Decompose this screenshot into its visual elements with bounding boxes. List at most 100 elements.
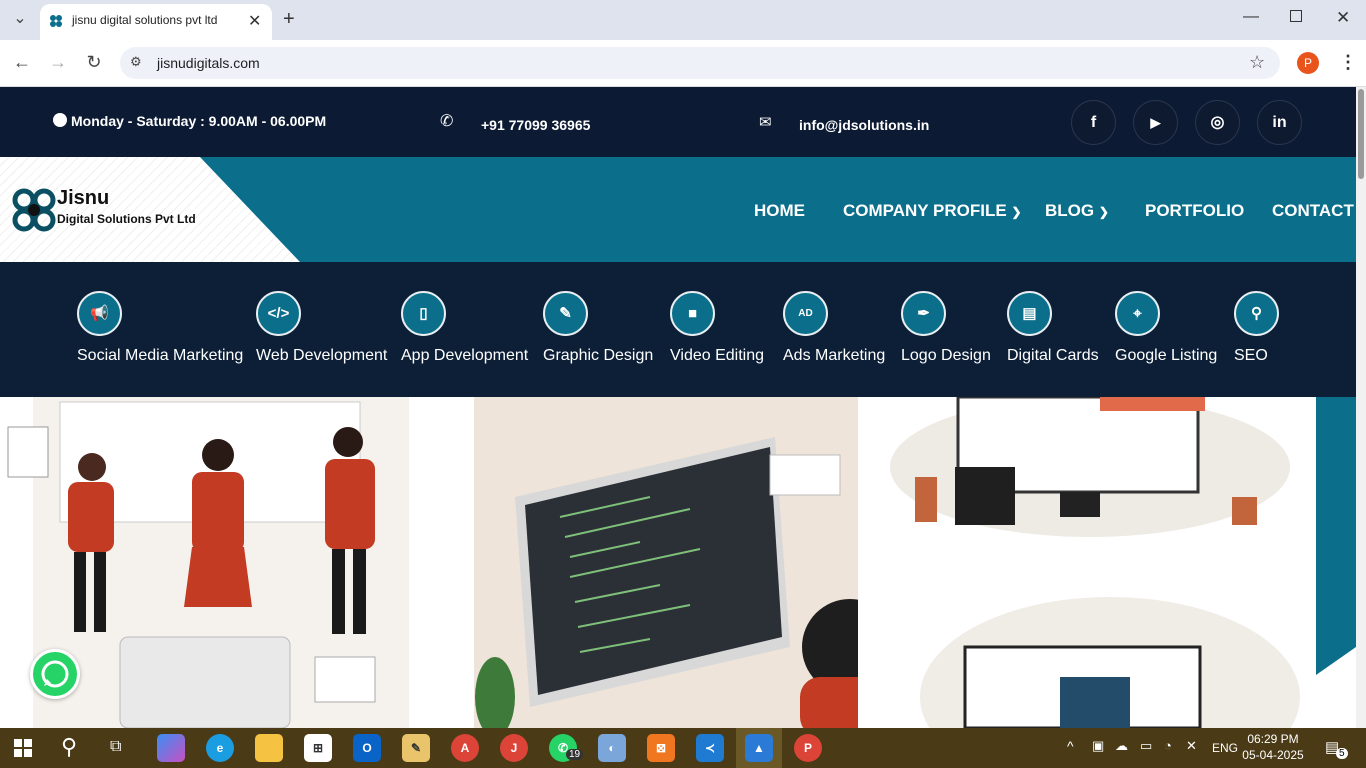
service-label: Social Media Marketing xyxy=(77,347,244,364)
url-text[interactable]: jisnudigitals.com xyxy=(157,55,260,71)
site-settings-icon[interactable]: ⚙ xyxy=(130,54,142,70)
top-info-bar: Monday - Saturday : 9.00AM - 06.00PM ✆ +… xyxy=(0,87,1356,157)
photos-icon[interactable]: ▲ xyxy=(745,734,773,762)
search-icon[interactable]: ⚲ xyxy=(61,734,77,760)
service-label: Web Development xyxy=(256,347,388,364)
restore-icon[interactable] xyxy=(1290,10,1302,22)
xampp-icon[interactable]: ⊠ xyxy=(647,734,675,762)
code-icon: </> xyxy=(256,291,301,336)
close-tab-icon[interactable]: ✕ xyxy=(248,11,261,31)
service-label: Video Editing xyxy=(670,347,764,364)
browser-tab[interactable]: jisnu digital solutions pvt ltd ✕ xyxy=(40,4,272,40)
nav-blog-label: BLOG xyxy=(1045,201,1095,220)
mobile-icon: ▯ xyxy=(401,291,446,336)
address-bar[interactable]: ⚙ jisnudigitals.com ☆ xyxy=(120,47,1280,79)
clock-icon xyxy=(53,113,67,127)
phone-number[interactable]: +91 77099 36965 xyxy=(481,117,590,133)
clock-time: 06:29 PM xyxy=(1247,732,1299,746)
service-label: Logo Design xyxy=(901,347,991,364)
nav-company-profile-label: COMPANY PROFILE xyxy=(843,201,1007,220)
whatsapp-chat-button[interactable] xyxy=(30,649,80,699)
ad-icon: AD xyxy=(783,291,828,336)
youtube-icon[interactable]: ▶ xyxy=(1133,100,1178,145)
logo-mark-icon xyxy=(12,188,56,232)
site-favicon-icon xyxy=(50,15,62,27)
clock-date: 05-04-2025 xyxy=(1242,748,1304,762)
video-icon: ■ xyxy=(670,291,715,336)
page-scrollbar[interactable] xyxy=(1356,87,1366,728)
facebook-icon[interactable]: f xyxy=(1071,100,1116,145)
logo-area[interactable]: Jisnu Digital Solutions Pvt Ltd xyxy=(0,157,300,262)
tab-list-chevron-icon[interactable]: ⌄ xyxy=(8,9,32,33)
reload-icon[interactable]: ↻ xyxy=(82,52,106,76)
edge-icon[interactable]: e xyxy=(206,734,234,762)
chrome-profile-j-icon[interactable]: J xyxy=(500,734,528,762)
envelope-icon: ✉ xyxy=(759,114,772,131)
service-label: Graphic Design xyxy=(543,347,654,364)
tray-chevron-icon[interactable]: ^ xyxy=(1067,738,1074,754)
brush-icon: ✎ xyxy=(543,291,588,336)
browser-tab-bar: ⌄ jisnu digital solutions pvt ltd ✕ + — … xyxy=(0,0,1366,40)
services-bar: 📢 Social Media Marketing </> Web Develop… xyxy=(0,262,1356,397)
menu-dots-icon[interactable]: ⋮ xyxy=(1339,52,1357,73)
close-window-icon[interactable]: ✕ xyxy=(1336,8,1350,28)
new-tab-icon[interactable]: + xyxy=(283,8,295,31)
minimize-icon[interactable]: — xyxy=(1243,8,1259,26)
logo-name: Jisnu xyxy=(57,187,110,209)
file-explorer-icon[interactable] xyxy=(255,734,283,762)
nav-home[interactable]: HOME xyxy=(754,201,805,221)
linkedin-icon[interactable]: in xyxy=(1257,100,1302,145)
paint-palette-icon[interactable]: ◐ xyxy=(598,734,626,762)
bookmark-star-icon[interactable]: ☆ xyxy=(1249,52,1265,73)
whatsapp-icon xyxy=(41,660,69,688)
language-indicator[interactable]: ENG xyxy=(1212,741,1238,755)
notification-badge: 5 xyxy=(1336,748,1348,759)
system-clock[interactable]: 06:29 PM 05-04-2025 xyxy=(1238,731,1308,763)
windows-taskbar: ⚲ ⧉ e ⊞ O ✎ A J ✆ 19 ◐ ⊠ ≺ ▲ P ^ ▣ ☁ ▭ ◔… xyxy=(0,728,1366,768)
vscode-icon[interactable]: ≺ xyxy=(696,734,724,762)
back-icon[interactable]: ← xyxy=(10,52,34,76)
site-header: Jisnu Digital Solutions Pvt Ltd HOME COM… xyxy=(0,157,1356,262)
forward-icon[interactable]: → xyxy=(46,52,70,76)
windows-start-icon[interactable] xyxy=(14,739,32,757)
chrome-profile-a-icon[interactable]: A xyxy=(451,734,479,762)
profile-avatar[interactable]: P xyxy=(1297,52,1319,74)
wifi-icon[interactable]: ◔ xyxy=(1164,738,1172,753)
map-icon: ⌖ xyxy=(1115,291,1160,336)
business-hours: Monday - Saturday : 9.00AM - 06.00PM xyxy=(71,113,327,129)
nav-portfolio[interactable]: PORTFOLIO xyxy=(1145,201,1244,221)
nav-contact[interactable]: CONTACT xyxy=(1272,201,1354,221)
paint-icon[interactable]: ✎ xyxy=(402,734,430,762)
meet-icon[interactable]: ▣ xyxy=(1092,738,1104,754)
nav-company-profile[interactable]: COMPANY PROFILE ❯ xyxy=(843,201,1022,221)
battery-icon[interactable]: ▭ xyxy=(1140,738,1152,754)
instagram-icon[interactable]: ◎ xyxy=(1195,100,1240,145)
chevron-down-icon: ❯ xyxy=(1011,205,1022,219)
search-icon: ⚲ xyxy=(1234,291,1279,336)
tab-title: jisnu digital solutions pvt ltd xyxy=(72,13,218,27)
scrollbar-thumb[interactable] xyxy=(1358,89,1364,179)
phone-icon: ✆ xyxy=(440,113,454,130)
service-label: App Development xyxy=(401,347,529,364)
task-view-icon[interactable]: ⧉ xyxy=(110,738,121,756)
onedrive-icon[interactable]: ☁ xyxy=(1115,738,1128,754)
email-link[interactable]: info@jdsolutions.in xyxy=(799,117,929,133)
volume-muted-icon[interactable]: ✕ xyxy=(1186,738,1197,754)
hero-banner xyxy=(0,397,1356,728)
service-label: Digital Cards xyxy=(1007,347,1099,364)
service-label: SEO xyxy=(1234,347,1268,364)
card-icon: ▤ xyxy=(1007,291,1052,336)
chevron-down-icon: ❯ xyxy=(1098,205,1109,219)
nav-blog[interactable]: BLOG ❯ xyxy=(1045,201,1109,221)
store-icon[interactable]: ⊞ xyxy=(304,734,332,762)
logo-subtitle: Digital Solutions Pvt Ltd xyxy=(57,212,196,226)
copilot-icon[interactable] xyxy=(157,734,185,762)
hero-illustration xyxy=(7,397,1356,728)
outlook-icon[interactable]: O xyxy=(353,734,381,762)
service-label: Google Listing xyxy=(1115,347,1218,364)
browser-toolbar: ← → ↻ ⚙ jisnudigitals.com ☆ P ⋮ xyxy=(0,40,1366,87)
megaphone-icon: 📢 xyxy=(77,291,122,336)
chrome-profile-p-icon[interactable]: P xyxy=(794,734,822,762)
pen-icon: ✒ xyxy=(901,291,946,336)
service-label: Ads Marketing xyxy=(783,347,886,364)
